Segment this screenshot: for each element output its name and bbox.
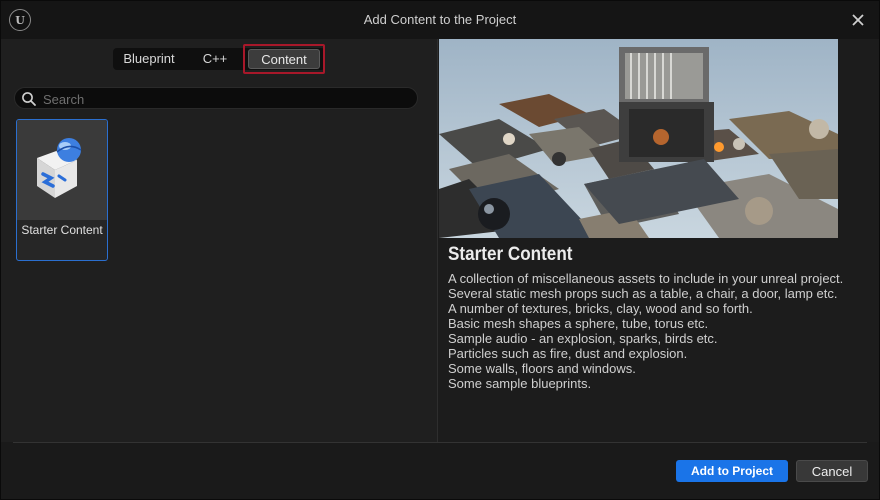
- detail-title: Starter Content: [448, 244, 573, 265]
- tile-label: Starter Content: [21, 223, 103, 237]
- cancel-button[interactable]: Cancel: [796, 460, 868, 482]
- search-input[interactable]: [41, 89, 415, 109]
- divider: [13, 442, 867, 443]
- description-line: Several static mesh props such as a tabl…: [448, 286, 838, 301]
- dialog-body: Blueprint C++ Content Search Starter Con…: [1, 39, 879, 499]
- dialog-title: Add Content to the Project: [363, 12, 517, 27]
- detail-description: A collection of miscellaneous assets to …: [448, 271, 868, 391]
- tab-bar: Blueprint C++ Content: [113, 44, 325, 74]
- description-line: Some walls, floors and windows.: [448, 361, 636, 376]
- description-line: Particles such as fire, dust and explosi…: [448, 346, 688, 361]
- starter-content-box-icon: [37, 138, 82, 198]
- detail-panel: Starter Content A collection of miscella…: [438, 39, 879, 442]
- add-content-dialog: U Add Content to the Project Blueprint C…: [0, 0, 880, 500]
- tab-cpp[interactable]: C++: [187, 48, 243, 70]
- description-line: A collection of miscellaneous assets to …: [448, 271, 844, 286]
- preview-image: [439, 39, 838, 238]
- description-line: A number of textures, bricks, clay, wood…: [448, 301, 753, 316]
- search-bar: [14, 87, 418, 109]
- title-bar: U Add Content to the Project: [1, 1, 879, 39]
- button-bar: Add to Project Cancel: [1, 442, 879, 499]
- tab-content[interactable]: Content: [248, 49, 320, 69]
- tab-content-highlight: Content: [243, 44, 325, 74]
- content-list-panel: Blueprint C++ Content Search Starter Con…: [1, 39, 437, 442]
- tab-blueprint[interactable]: Blueprint: [113, 48, 185, 70]
- tile-thumbnail: [17, 120, 107, 220]
- starter-content-tile[interactable]: Starter Content: [16, 119, 108, 261]
- description-line: Sample audio - an explosion, sparks, bir…: [448, 331, 718, 346]
- close-icon[interactable]: [847, 9, 869, 31]
- add-to-project-button[interactable]: Add to Project: [676, 460, 788, 482]
- description-line: Basic mesh shapes a sphere, tube, torus …: [448, 316, 709, 331]
- search-icon: [22, 92, 36, 106]
- description-line: Some sample blueprints.: [448, 376, 592, 391]
